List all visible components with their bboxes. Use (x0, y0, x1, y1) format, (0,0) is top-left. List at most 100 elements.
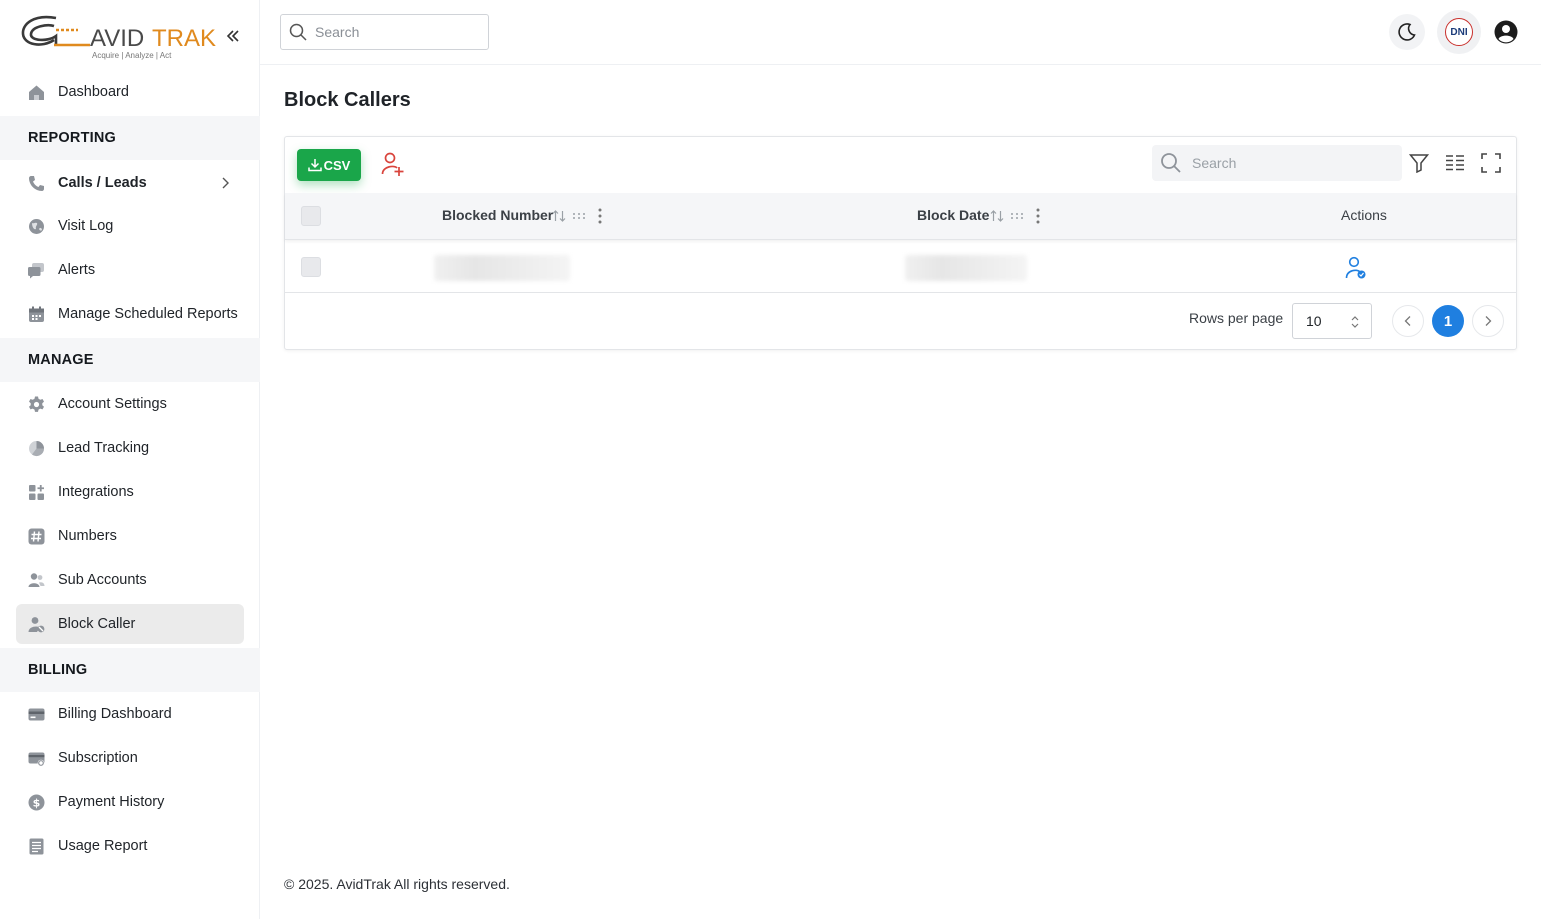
sidebar-item-integrations[interactable]: Integrations (16, 472, 244, 512)
pie-icon (28, 440, 45, 457)
logo-text-avid: AVID (90, 25, 144, 52)
export-csv-button[interactable]: CSV (297, 149, 361, 181)
globe-icon (28, 218, 45, 235)
chevron-right-icon (1485, 316, 1492, 326)
table-header: Blocked Number Block Date Actions (285, 193, 1516, 240)
block-date-cell (905, 255, 1027, 281)
footer-copyright: © 2025. AvidTrak All rights reserved. (284, 876, 510, 892)
svg-text:$: $ (33, 796, 41, 809)
sidebar-item-usage-report[interactable]: Usage Report (16, 826, 244, 866)
column-header-actions: Actions (1341, 207, 1387, 223)
column-tools-blocked-number (551, 207, 605, 225)
rows-per-page-label: Rows per page (1189, 310, 1284, 326)
logo-tagline: Acquire | Analyze | Act (92, 51, 172, 60)
search-icon (289, 23, 307, 41)
user-block-icon (28, 616, 45, 633)
sidebar-item-calls-leads[interactable]: Calls / Leads (16, 163, 244, 203)
table-search[interactable] (1152, 145, 1402, 181)
blocked-number-cell (434, 255, 570, 281)
global-search-input[interactable] (315, 24, 475, 40)
dni-badge: DNI (1445, 18, 1473, 46)
drag-handle-icon[interactable] (1009, 208, 1025, 224)
block-callers-table-card: CSV Blocked Number Block Date Actions Ro (284, 136, 1517, 350)
rows-per-page-select[interactable]: 10 (1292, 303, 1372, 339)
download-icon (307, 159, 322, 172)
logo-area: AVID TRAK Acquire | Analyze | Act (0, 0, 259, 72)
sidebar-item-alerts[interactable]: Alerts (16, 250, 244, 290)
unblock-user-icon[interactable] (1345, 256, 1367, 280)
rows-per-page-value: 10 (1306, 313, 1322, 329)
column-tools-block-date (989, 207, 1043, 225)
search-icon (1161, 153, 1181, 173)
collapse-sidebar-icon[interactable] (224, 26, 242, 46)
column-menu-icon[interactable] (1033, 207, 1043, 225)
drag-handle-icon[interactable] (571, 208, 587, 224)
sidebar-item-manage-scheduled-reports[interactable]: Manage Scheduled Reports (16, 294, 244, 334)
sort-icon[interactable] (989, 208, 1005, 224)
page-title: Block Callers (284, 89, 411, 111)
page-button-current[interactable]: 1 (1432, 305, 1464, 337)
sidebar-item-label: Calls / Leads (58, 175, 147, 191)
section-billing: BILLING (0, 648, 260, 692)
previous-page-button[interactable] (1392, 305, 1424, 337)
card-icon (28, 706, 45, 723)
sidebar-item-label: Lead Tracking (58, 440, 150, 456)
sidebar-item-label: Usage Report (58, 838, 148, 854)
report-icon (28, 838, 45, 855)
sidebar-item-billing-dashboard[interactable]: Billing Dashboard (16, 694, 244, 734)
section-title: BILLING (28, 662, 88, 678)
grid-plus-icon (28, 484, 45, 501)
sidebar-item-label: Manage Scheduled Reports (58, 306, 238, 322)
sidebar-item-label: Integrations (58, 484, 134, 500)
add-blocked-caller-icon[interactable] (381, 152, 405, 178)
table-search-input[interactable] (1192, 155, 1392, 171)
sidebar-item-sub-accounts[interactable]: Sub Accounts (16, 560, 244, 600)
sidebar-item-label: Account Settings (58, 396, 167, 412)
sidebar-item-account-settings[interactable]: Account Settings (16, 384, 244, 424)
column-header-blocked-number[interactable]: Blocked Number (442, 207, 553, 223)
sidebar-item-numbers[interactable]: Numbers (16, 516, 244, 556)
columns-icon[interactable] (1445, 153, 1465, 173)
gear-icon (28, 396, 45, 413)
sidebar: AVID TRAK Acquire | Analyze | Act Dashbo… (0, 0, 260, 919)
section-manage: MANAGE (0, 338, 260, 382)
chevron-right-icon (222, 177, 229, 189)
next-page-button[interactable] (1472, 305, 1504, 337)
sidebar-item-label: Numbers (58, 528, 117, 544)
select-all-checkbox[interactable] (301, 206, 321, 226)
fullscreen-icon[interactable] (1481, 153, 1501, 173)
table-row (285, 241, 1516, 293)
top-bar: DNI (260, 0, 1541, 65)
subscription-icon (28, 750, 45, 767)
sidebar-item-subscription[interactable]: Subscription (16, 738, 244, 778)
sidebar-item-visit-log[interactable]: Visit Log (16, 206, 244, 246)
filter-icon[interactable] (1409, 153, 1429, 173)
column-header-block-date[interactable]: Block Date (917, 207, 989, 223)
csv-label: CSV (323, 157, 351, 173)
section-reporting: REPORTING (0, 116, 260, 160)
column-menu-icon[interactable] (595, 207, 605, 225)
user-account-icon[interactable] (1494, 20, 1518, 44)
calendar-icon (28, 306, 45, 323)
users-icon (28, 572, 45, 589)
select-arrows-icon (1351, 316, 1359, 328)
chat-icon (28, 262, 45, 279)
sidebar-item-label: Block Caller (58, 616, 136, 632)
dni-button[interactable]: DNI (1437, 10, 1481, 54)
chevron-left-icon (1404, 316, 1411, 326)
sidebar-item-payment-history[interactable]: $ Payment History (16, 782, 244, 822)
sidebar-item-label: Visit Log (58, 218, 114, 234)
row-checkbox[interactable] (301, 257, 321, 277)
sort-icon[interactable] (551, 208, 567, 224)
sidebar-item-lead-tracking[interactable]: Lead Tracking (16, 428, 244, 468)
avidtrak-logo[interactable]: AVID TRAK Acquire | Analyze | Act (20, 12, 220, 62)
sidebar-item-label: Billing Dashboard (58, 706, 172, 722)
dark-mode-toggle[interactable] (1389, 14, 1425, 50)
hash-icon (28, 528, 45, 545)
sidebar-item-label: Subscription (58, 750, 138, 766)
sidebar-item-dashboard[interactable]: Dashboard (16, 72, 244, 112)
sidebar-item-label: Alerts (58, 262, 96, 278)
global-search[interactable] (280, 14, 489, 50)
sidebar-item-block-caller[interactable]: Block Caller (16, 604, 244, 644)
sidebar-item-label: Sub Accounts (58, 572, 147, 588)
